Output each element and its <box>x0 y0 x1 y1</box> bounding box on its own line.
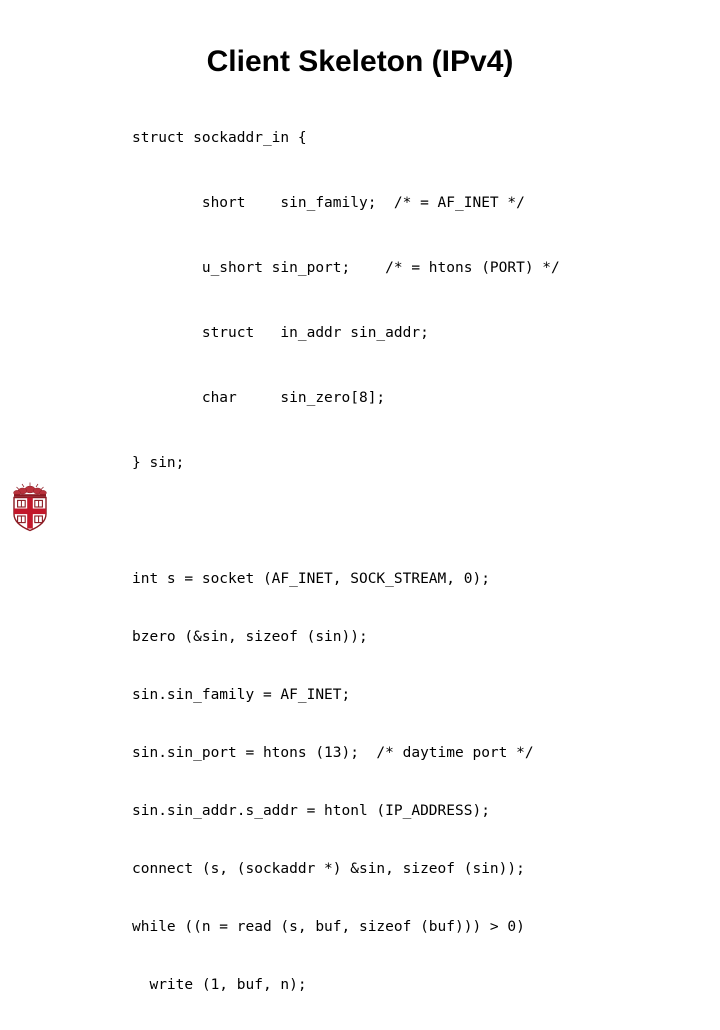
code-line: u_short sin_port; /* = htons (PORT) */ <box>132 260 560 276</box>
code-line: char sin_zero[8]; <box>132 390 386 406</box>
code-line: struct sockaddr_in { <box>132 130 307 146</box>
code-line: bzero (&sin, sizeof (sin)); <box>132 629 368 645</box>
code-line: sin.sin_addr.s_addr = htonl (IP_ADDRESS)… <box>132 803 490 819</box>
code-line: connect (s, (sockaddr *) &sin, sizeof (s… <box>132 861 525 877</box>
code-line: write (1, buf, n); <box>132 977 307 993</box>
code-block-calls: int s = socket (AF_INET, SOCK_STREAM, 0)… <box>132 534 692 1030</box>
code-block-separator <box>132 512 692 534</box>
brown-university-crest-icon <box>10 480 50 532</box>
code-line: struct in_addr sin_addr; <box>132 325 429 341</box>
code-line: sin.sin_port = htons (13); /* daytime po… <box>132 745 534 761</box>
code-line: while ((n = read (s, buf, sizeof (buf)))… <box>132 919 525 935</box>
code-line: short sin_family; /* = AF_INET */ <box>132 195 525 211</box>
code-line: int s = socket (AF_INET, SOCK_STREAM, 0)… <box>132 571 490 587</box>
page-title: Client Skeleton (IPv4) <box>206 45 514 78</box>
slide-canvas: Client Skeleton (IPv4) struct sockaddr_i… <box>0 0 720 993</box>
code-line: sin.sin_family = AF_INET; <box>132 687 351 703</box>
code-area: struct sockaddr_in { short sin_family; /… <box>132 90 692 1030</box>
code-line: } sin; <box>132 455 185 471</box>
code-block-struct: struct sockaddr_in { short sin_family; /… <box>132 90 692 512</box>
